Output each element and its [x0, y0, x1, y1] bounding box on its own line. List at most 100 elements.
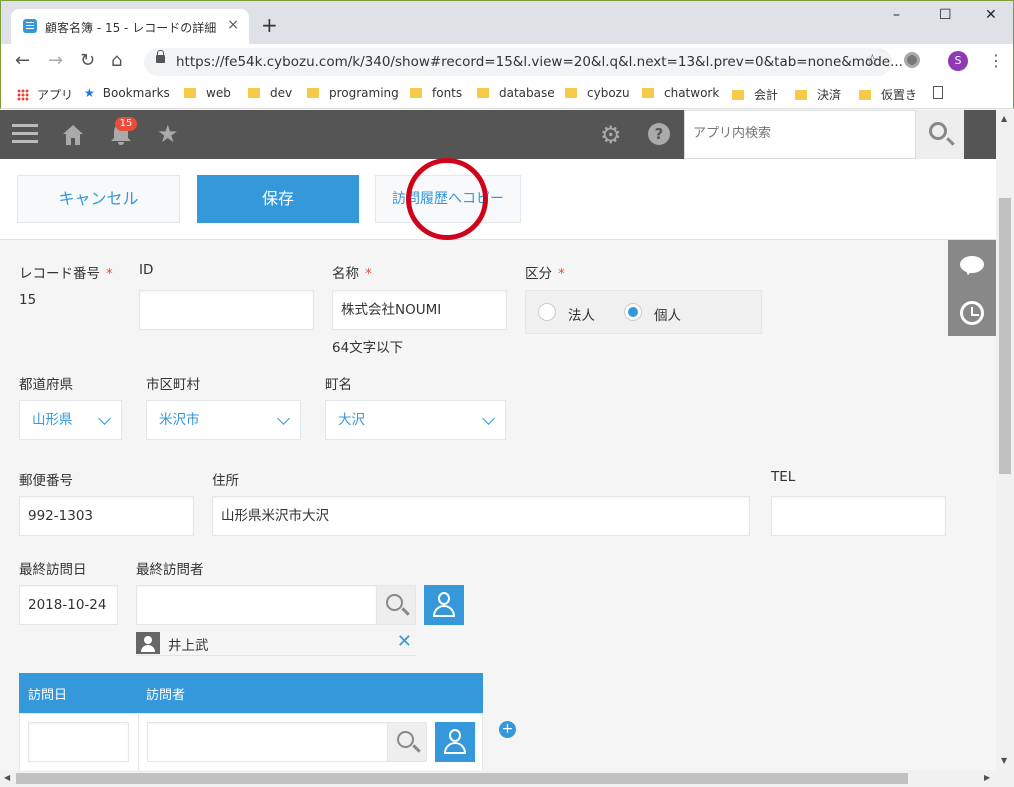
browser-menu-icon[interactable]: ⋮	[988, 51, 1004, 70]
vertical-scroll-thumb[interactable]	[999, 198, 1011, 474]
bookmark-database[interactable]: database	[477, 86, 555, 100]
home-outline-icon[interactable]: ⌂	[111, 50, 122, 71]
tel-label: TEL	[771, 469, 796, 485]
bookmark-web[interactable]: web	[184, 86, 231, 100]
selected-user-chip: 井上武 ✕	[136, 630, 416, 656]
app-search-input[interactable]	[693, 126, 903, 141]
close-window-icon[interactable]: ✕	[985, 7, 997, 23]
bookmark-fonts[interactable]: fonts	[410, 86, 462, 100]
help-icon[interactable]: ?	[648, 123, 670, 145]
chevron-down-icon	[482, 412, 495, 425]
scroll-down-icon[interactable]: ▼	[1001, 756, 1007, 765]
prefecture-label: 都道府県	[19, 377, 73, 393]
radio-kojin[interactable]	[624, 303, 642, 321]
app-search-button[interactable]	[916, 110, 964, 159]
browser-tabbar: 顧客名簿 - 15 - レコードの詳細 × + – ☐ ✕	[0, 0, 1014, 45]
chevron-down-icon	[98, 412, 111, 425]
search-icon	[386, 594, 403, 611]
app-list-icon	[23, 19, 37, 33]
bookmark-programing[interactable]: programing	[307, 86, 399, 100]
visitor-search-input[interactable]	[147, 722, 388, 762]
radio-houjin[interactable]	[538, 303, 556, 321]
history-icon[interactable]	[960, 301, 984, 325]
maximize-icon[interactable]: ☐	[939, 7, 952, 23]
search-icon	[397, 731, 414, 748]
city-select[interactable]: 米沢市	[146, 400, 301, 440]
required-mark: *	[558, 266, 565, 282]
column-visitor: 訪問者	[146, 688, 186, 703]
gear-icon[interactable]: ⚙	[600, 121, 622, 149]
extension-icon[interactable]	[904, 52, 920, 68]
lock-icon	[156, 50, 165, 63]
browser-tab[interactable]: 顧客名簿 - 15 - レコードの詳細 ×	[11, 9, 249, 45]
forward-arrow-icon[interactable]: →	[48, 50, 63, 71]
home-icon[interactable]	[62, 124, 84, 146]
bookmark-bookmarks[interactable]: ★ Bookmarks	[84, 86, 170, 100]
visitor-search-button[interactable]	[387, 722, 427, 762]
radio-houjin-label[interactable]: 法人	[568, 304, 595, 324]
last-visit-label: 最終訪問日	[19, 562, 87, 578]
kintone-header: ★ ⚙ ?	[0, 110, 996, 159]
town-label: 町名	[325, 377, 352, 393]
bookmark-dev[interactable]: dev	[248, 86, 292, 100]
last-visitor-search-input[interactable]	[136, 585, 377, 625]
minimize-icon[interactable]: –	[893, 7, 900, 23]
visit-date-field[interactable]	[28, 722, 129, 762]
name-hint: 64文字以下	[332, 340, 404, 356]
scroll-left-icon[interactable]: ◀	[4, 773, 10, 782]
folder-icon	[795, 90, 807, 100]
save-button[interactable]: 保存	[197, 175, 359, 223]
folder-icon	[184, 88, 196, 98]
profile-avatar[interactable]: S	[948, 51, 968, 71]
visitor-user-picker-button[interactable]	[435, 722, 475, 762]
bookmark-kaikei[interactable]: 会計	[732, 86, 778, 103]
cancel-button[interactable]: キャンセル	[17, 175, 180, 223]
favorite-star-icon[interactable]: ★	[157, 120, 179, 148]
add-row-button[interactable]: +	[499, 721, 516, 738]
record-action-bar: キャンセル 保存 訪問履歴へコピー	[0, 159, 996, 240]
last-visitor-user-picker-button[interactable]	[424, 585, 464, 625]
apps-grid-icon	[17, 89, 29, 101]
radio-kojin-label[interactable]: 個人	[654, 304, 681, 324]
prefecture-select[interactable]: 山形県	[19, 400, 122, 440]
horizontal-scroll-thumb[interactable]	[16, 773, 908, 784]
zip-field[interactable]: 992-1303	[19, 496, 194, 536]
folder-icon	[248, 88, 260, 98]
scroll-up-icon[interactable]: ▲	[1001, 114, 1007, 123]
browser-toolbar: ← → ↻ ⌂ https://fe54k.cybozu.com/k/340/s…	[0, 44, 1014, 79]
user-icon	[438, 592, 450, 605]
name-field[interactable]: 株式会社NOUMI	[332, 290, 507, 330]
tel-field[interactable]	[771, 496, 946, 536]
address-bar[interactable]: https://fe54k.cybozu.com/k/340/show#reco…	[144, 48, 903, 76]
address-field[interactable]: 山形県米沢市大沢	[212, 496, 750, 536]
bookmark-karioki[interactable]: 仮置き	[859, 86, 917, 103]
hamburger-menu-icon[interactable]	[12, 124, 38, 144]
annotation-circle	[406, 158, 488, 240]
page-icon[interactable]	[933, 86, 943, 99]
bookmark-chatwork[interactable]: chatwork	[642, 86, 719, 100]
last-visitor-search-button[interactable]	[376, 585, 416, 625]
search-icon	[929, 122, 947, 140]
comment-icon[interactable]	[960, 256, 984, 273]
scroll-right-icon[interactable]: ▶	[984, 773, 990, 782]
remove-user-icon[interactable]: ✕	[397, 631, 412, 652]
bookmark-apps[interactable]: アプリ	[17, 86, 73, 103]
bookmark-cybozu[interactable]: cybozu	[565, 86, 630, 100]
folder-icon	[732, 90, 744, 100]
bookmark-star-icon[interactable]: ☆	[865, 51, 880, 71]
side-panel	[948, 240, 996, 336]
horizontal-scrollbar[interactable]: ◀ ▶	[0, 770, 1014, 787]
id-field[interactable]	[139, 290, 314, 330]
back-arrow-icon[interactable]: ←	[15, 50, 30, 71]
last-visit-date-field[interactable]: 2018-10-24	[19, 585, 118, 625]
new-tab-button[interactable]: +	[261, 13, 278, 37]
vertical-scrollbar[interactable]: ▲ ▼	[996, 110, 1014, 772]
reload-icon[interactable]: ↻	[80, 50, 95, 71]
town-select[interactable]: 大沢	[325, 400, 506, 440]
app-search-box	[684, 110, 916, 159]
close-tab-icon[interactable]: ×	[227, 17, 239, 33]
bookmark-kessai[interactable]: 決済	[795, 86, 841, 103]
tab-title: 顧客名簿 - 15 - レコードの詳細	[45, 21, 217, 35]
bookmarks-bar: アプリ ★ Bookmarks web dev programing fonts …	[0, 79, 1014, 109]
notification-badge: 15	[115, 117, 137, 131]
